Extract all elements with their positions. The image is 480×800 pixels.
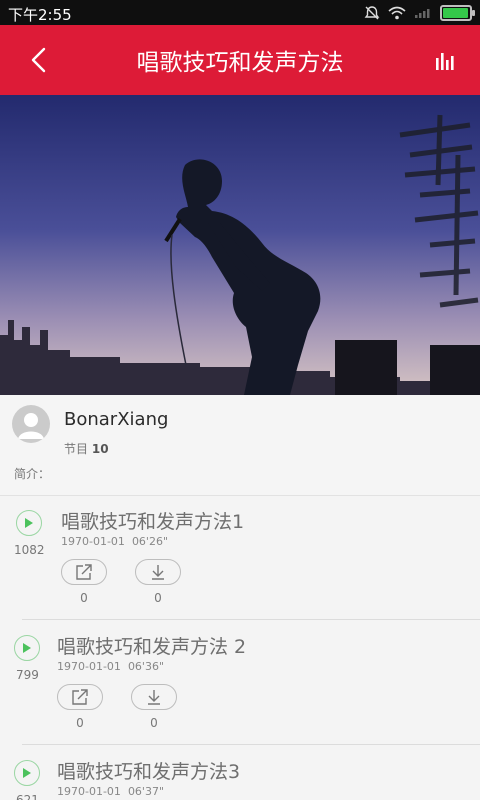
title-bar: 唱歌技巧和发声方法 <box>0 25 480 95</box>
episode-meta: 1970-01-01 06'37" <box>57 785 164 798</box>
play-button[interactable] <box>14 635 40 661</box>
status-icons <box>364 4 475 22</box>
episode-title[interactable]: 唱歌技巧和发声方法1 <box>61 507 244 534</box>
status-bar: 下午2:55 <box>0 0 480 25</box>
episode-date: 1970-01-01 <box>61 535 125 548</box>
download-count: 0 <box>154 591 162 605</box>
play-count: 1082 <box>14 543 45 557</box>
episode-title[interactable]: 唱歌技巧和发声方法 2 <box>57 632 246 659</box>
episode-duration: 06'26" <box>131 535 169 548</box>
page-title: 唱歌技巧和发声方法 <box>136 50 344 76</box>
play-button[interactable] <box>16 510 42 536</box>
play-icon <box>23 643 31 653</box>
share-button[interactable] <box>61 559 107 585</box>
download-count: 0 <box>150 716 158 730</box>
share-icon <box>72 689 88 705</box>
episode-title[interactable]: 唱歌技巧和发声方法3 <box>57 757 240 784</box>
cover-image <box>0 95 480 395</box>
download-icon <box>152 565 164 580</box>
program-count: 节目 10 <box>64 440 109 457</box>
episode-date: 1970-01-01 <box>57 785 121 798</box>
user-icon <box>18 413 44 439</box>
episode-meta: 1970-01-01 06'26" <box>61 535 168 548</box>
download-icon <box>148 690 160 705</box>
share-icon <box>76 564 92 580</box>
share-count: 0 <box>76 716 84 730</box>
play-icon <box>25 518 33 528</box>
equalizer-icon <box>436 53 454 70</box>
status-time: 下午2:55 <box>8 6 72 24</box>
play-count: 621 <box>16 793 39 800</box>
program-label: 节目 <box>64 442 89 456</box>
play-icon <box>23 768 31 778</box>
download-button[interactable] <box>131 684 177 710</box>
intro-label: 简介： <box>14 467 51 481</box>
signal-icon <box>415 9 430 18</box>
singer-photo <box>0 95 480 395</box>
author-name[interactable]: BonarXiang <box>64 409 168 430</box>
download-button[interactable] <box>135 559 181 585</box>
episode-item[interactable]: 799 唱歌技巧和发声方法 2 1970-01-01 06'36" 0 0 <box>0 620 480 745</box>
avatar[interactable] <box>12 405 50 443</box>
program-count-value: 10 <box>91 442 109 456</box>
episode-meta: 1970-01-01 06'36" <box>57 660 164 673</box>
episode-item[interactable]: 621 唱歌技巧和发声方法3 1970-01-01 06'37" <box>0 745 480 800</box>
author-section: BonarXiang 节目 10 简介： <box>0 395 480 496</box>
wifi-icon <box>388 6 406 20</box>
alarm-off-icon <box>364 6 380 20</box>
episode-duration: 06'36" <box>127 660 165 673</box>
play-button[interactable] <box>14 760 40 786</box>
episode-item[interactable]: 1082 唱歌技巧和发声方法1 1970-01-01 06'26" 0 0 <box>0 495 480 620</box>
now-playing-button[interactable] <box>432 48 458 74</box>
battery-icon <box>440 5 475 21</box>
episode-duration: 06'37" <box>127 785 165 798</box>
share-button[interactable] <box>57 684 103 710</box>
play-count: 799 <box>16 668 39 682</box>
share-count: 0 <box>80 591 88 605</box>
episode-date: 1970-01-01 <box>57 660 121 673</box>
